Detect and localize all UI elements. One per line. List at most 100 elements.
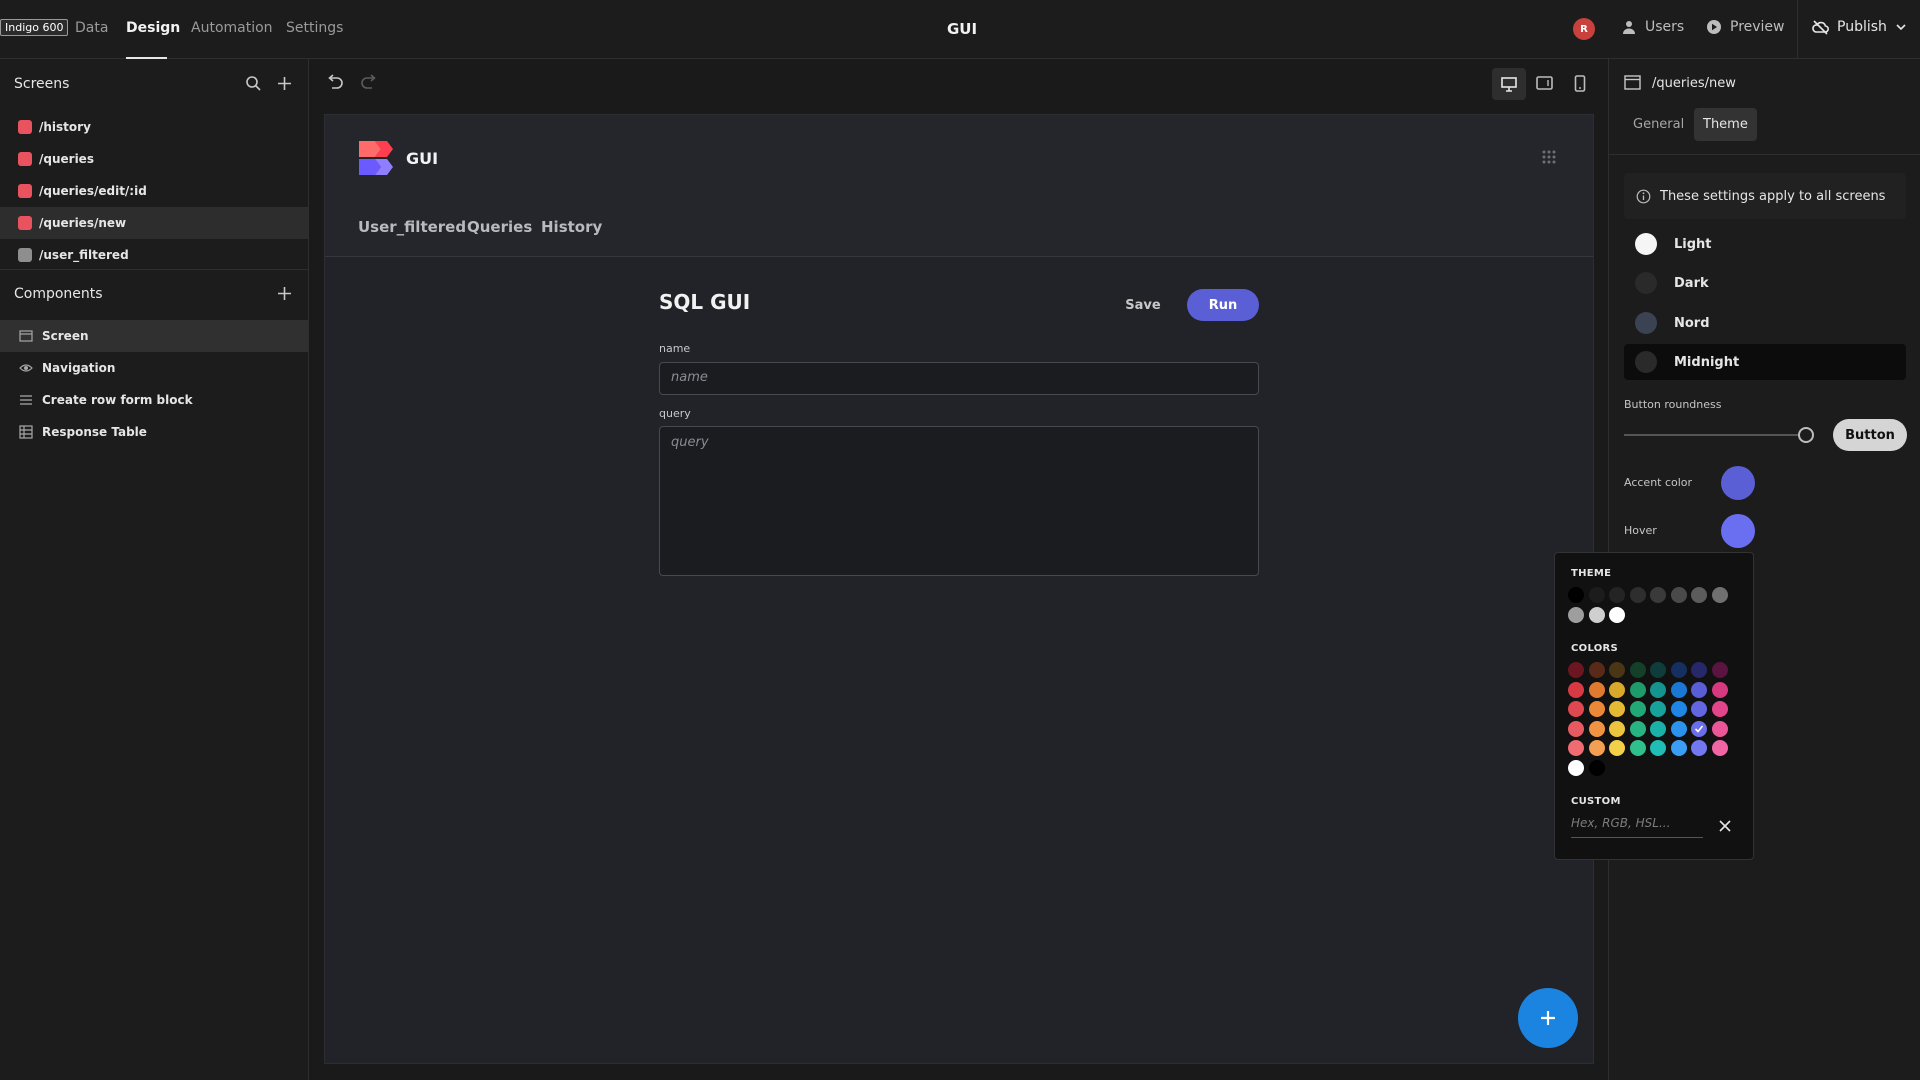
nav-data[interactable]: Data bbox=[75, 20, 108, 36]
palette-color-swatch[interactable] bbox=[1588, 720, 1605, 737]
tablet-view-button[interactable] bbox=[1536, 76, 1553, 90]
palette-color-swatch[interactable] bbox=[1568, 760, 1584, 776]
theme-option-light[interactable]: Light bbox=[1624, 226, 1906, 262]
name-input[interactable]: name bbox=[659, 362, 1259, 395]
palette-color-swatch[interactable] bbox=[1691, 662, 1707, 678]
desktop-view-button[interactable] bbox=[1492, 68, 1526, 100]
theme-color-swatch[interactable] bbox=[1588, 607, 1605, 623]
redo-icon[interactable] bbox=[360, 74, 378, 90]
custom-color-input[interactable]: Hex, RGB, HSL... bbox=[1571, 816, 1703, 838]
screen-item-queries-new[interactable]: /queries/new bbox=[0, 207, 308, 239]
palette-color-swatch[interactable] bbox=[1629, 662, 1646, 678]
palette-color-swatch[interactable] bbox=[1670, 701, 1687, 718]
palette-color-swatch[interactable] bbox=[1670, 681, 1687, 698]
nav-automation[interactable]: Automation bbox=[191, 20, 273, 36]
users-button[interactable]: Users bbox=[1621, 19, 1684, 35]
palette-color-swatch[interactable] bbox=[1609, 681, 1625, 698]
palette-color-swatch[interactable] bbox=[1568, 740, 1584, 757]
nav-design[interactable]: Design bbox=[126, 20, 180, 36]
palette-color-swatch[interactable] bbox=[1691, 701, 1707, 718]
theme-color-swatch[interactable] bbox=[1629, 587, 1646, 603]
save-button[interactable]: Save bbox=[1117, 289, 1169, 321]
theme-color-swatch[interactable] bbox=[1568, 587, 1584, 603]
palette-color-swatch[interactable] bbox=[1650, 720, 1666, 737]
palette-color-swatch[interactable] bbox=[1629, 681, 1646, 698]
palette-color-swatch[interactable] bbox=[1588, 662, 1605, 678]
palette-color-swatch[interactable] bbox=[1711, 701, 1728, 718]
palette-color-swatch[interactable] bbox=[1691, 740, 1707, 757]
preview-button[interactable]: Preview bbox=[1706, 19, 1785, 35]
screen-item-user-filtered[interactable]: /user_filtered bbox=[0, 239, 308, 271]
theme-colors-heading: THEME bbox=[1571, 568, 1612, 579]
palette-color-swatch[interactable] bbox=[1711, 681, 1728, 698]
palette-color-swatch[interactable] bbox=[1670, 740, 1687, 757]
avatar[interactable]: R bbox=[1573, 18, 1595, 40]
add-component-fab[interactable] bbox=[1518, 988, 1578, 1048]
preview-nav-queries[interactable]: Queries bbox=[467, 218, 532, 236]
palette-color-swatch[interactable] bbox=[1629, 720, 1646, 737]
palette-color-swatch[interactable] bbox=[1691, 720, 1707, 737]
palette-color-swatch[interactable] bbox=[1650, 701, 1666, 718]
preview-nav-user-filtered[interactable]: User_filtered bbox=[358, 218, 466, 236]
palette-color-swatch[interactable] bbox=[1650, 662, 1666, 678]
theme-color-swatch[interactable] bbox=[1609, 607, 1625, 623]
palette-color-swatch[interactable] bbox=[1588, 681, 1605, 698]
component-item-form-block[interactable]: Create row form block bbox=[0, 384, 308, 416]
undo-icon[interactable] bbox=[326, 74, 344, 90]
mobile-view-button[interactable] bbox=[1574, 75, 1586, 92]
palette-color-swatch[interactable] bbox=[1568, 720, 1584, 737]
roundness-slider-track[interactable] bbox=[1624, 434, 1806, 436]
palette-color-swatch[interactable] bbox=[1650, 740, 1666, 757]
theme-color-swatch[interactable] bbox=[1670, 587, 1687, 603]
theme-option-dark[interactable]: Dark bbox=[1624, 265, 1906, 301]
accent-color-swatch[interactable] bbox=[1721, 466, 1755, 500]
theme-color-swatch[interactable] bbox=[1650, 587, 1666, 603]
palette-color-swatch[interactable] bbox=[1670, 720, 1687, 737]
roundness-slider-handle[interactable] bbox=[1798, 427, 1814, 443]
palette-color-swatch[interactable] bbox=[1629, 740, 1646, 757]
palette-color-swatch[interactable] bbox=[1629, 701, 1646, 718]
search-icon[interactable] bbox=[245, 75, 262, 92]
preview-nav-history[interactable]: History bbox=[541, 218, 602, 236]
theme-option-nord[interactable]: Nord bbox=[1624, 305, 1906, 341]
screen-item-queries-edit[interactable]: /queries/edit/:id bbox=[0, 175, 308, 207]
palette-color-swatch[interactable] bbox=[1609, 740, 1625, 757]
nav-settings[interactable]: Settings bbox=[286, 20, 343, 36]
add-screen-icon[interactable] bbox=[276, 75, 293, 92]
palette-color-swatch[interactable] bbox=[1588, 701, 1605, 718]
tab-general[interactable]: General bbox=[1624, 108, 1693, 141]
close-icon[interactable] bbox=[1719, 820, 1731, 832]
palette-color-swatch[interactable] bbox=[1711, 720, 1728, 737]
palette-color-swatch[interactable] bbox=[1588, 760, 1605, 776]
palette-color-swatch[interactable] bbox=[1670, 662, 1687, 678]
component-item-navigation[interactable]: Navigation bbox=[0, 352, 308, 384]
screen-item-queries[interactable]: /queries bbox=[0, 143, 308, 175]
theme-color-swatch[interactable] bbox=[1588, 587, 1605, 603]
palette-color-swatch[interactable] bbox=[1568, 662, 1584, 678]
component-item-screen[interactable]: Screen bbox=[0, 320, 308, 352]
palette-color-swatch[interactable] bbox=[1711, 740, 1728, 757]
theme-color-swatch[interactable] bbox=[1691, 587, 1707, 603]
add-component-icon[interactable] bbox=[276, 285, 293, 302]
palette-color-swatch[interactable] bbox=[1691, 681, 1707, 698]
run-button[interactable]: Run bbox=[1187, 289, 1259, 321]
theme-option-midnight[interactable]: Midnight bbox=[1624, 344, 1906, 380]
publish-button[interactable]: Publish bbox=[1812, 19, 1907, 35]
palette-color-swatch[interactable] bbox=[1711, 662, 1728, 678]
screen-item-history[interactable]: /history bbox=[0, 111, 308, 143]
component-item-response-table[interactable]: Response Table bbox=[0, 416, 308, 448]
hover-color-swatch[interactable] bbox=[1721, 514, 1755, 548]
palette-color-swatch[interactable] bbox=[1609, 662, 1625, 678]
query-textarea[interactable]: query bbox=[659, 426, 1259, 576]
palette-color-swatch[interactable] bbox=[1609, 720, 1625, 737]
tab-theme[interactable]: Theme bbox=[1694, 108, 1757, 141]
theme-color-swatch[interactable] bbox=[1609, 587, 1625, 603]
theme-color-swatch[interactable] bbox=[1711, 587, 1728, 603]
palette-color-swatch[interactable] bbox=[1650, 681, 1666, 698]
palette-color-swatch[interactable] bbox=[1609, 701, 1625, 718]
grid-menu-icon[interactable] bbox=[1541, 149, 1557, 165]
theme-color-swatch[interactable] bbox=[1568, 607, 1584, 623]
palette-color-swatch[interactable] bbox=[1568, 681, 1584, 698]
palette-color-swatch[interactable] bbox=[1568, 701, 1584, 718]
palette-color-swatch[interactable] bbox=[1588, 740, 1605, 757]
